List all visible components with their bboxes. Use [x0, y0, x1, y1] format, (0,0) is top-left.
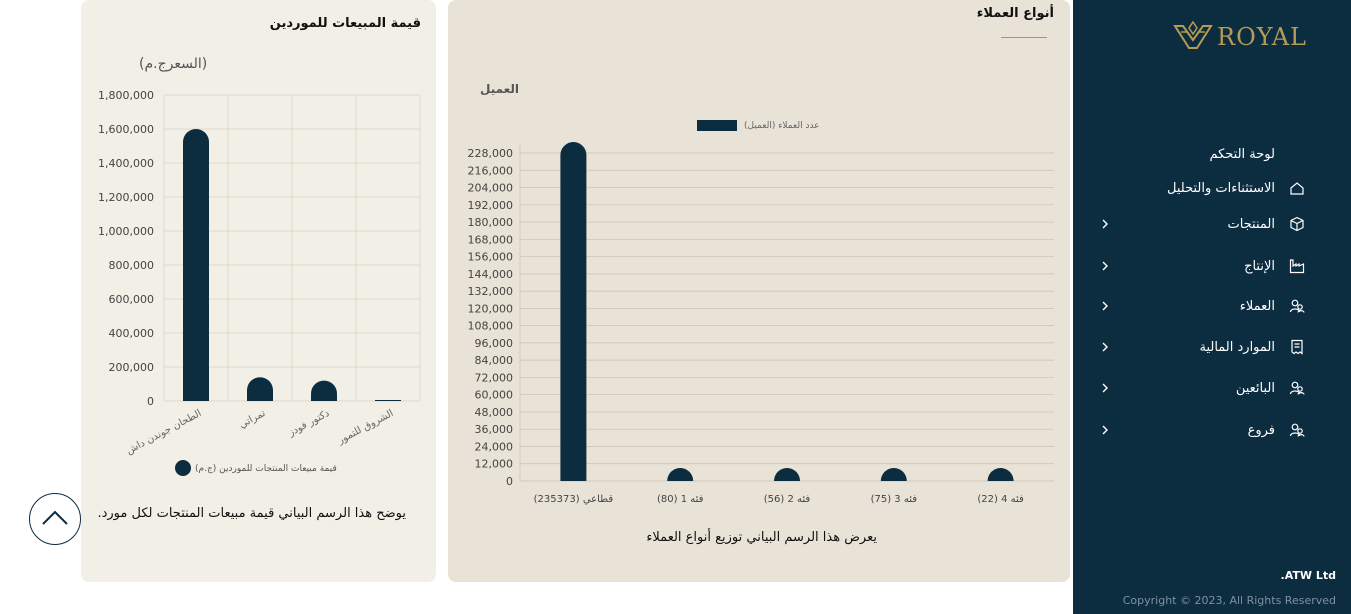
y-tick-label: 600,000: [109, 293, 155, 306]
y-tick-label: 72,000: [475, 371, 514, 384]
sidebar-item-dashboard[interactable]: لوحة التحكم: [1073, 139, 1351, 169]
sidebar-item-label: لوحة التحكم: [1209, 146, 1275, 162]
y-tick-label: 0: [147, 395, 154, 408]
supplier-chart-caption: يوضح هذا الرسم البياني قيمة مبيعات المنت…: [97, 506, 406, 521]
sidebar-item-label: البائعين: [1235, 380, 1275, 396]
sidebar-item-exceptions-analysis[interactable]: الاستثناءات والتحليل: [1073, 173, 1351, 203]
y-tick-label: 12,000: [475, 458, 514, 471]
legend-label: قيمة مبيعات المنتجات للموردين (ج.م): [195, 464, 337, 474]
x-tick-label: فئه 4 (22): [977, 494, 1024, 505]
chevron-up-icon: [42, 510, 68, 525]
x-tick-label: دكتور فودز: [286, 408, 331, 439]
users-icon: [1289, 423, 1305, 437]
sidebar-item-label: الاستثناءات والتحليل: [1167, 180, 1275, 196]
chevron-right-icon: [1102, 342, 1108, 352]
sidebar-item-label: العملاء: [1239, 298, 1275, 314]
legend-label: عدد العملاء (العميل): [744, 121, 820, 131]
bar: [667, 468, 694, 481]
sidebar-item-label: الإنتاج: [1244, 258, 1275, 274]
y-tick-label: 228,000: [468, 147, 514, 160]
x-tick-label: فئه 3 (75): [871, 494, 918, 505]
y-tick-label: 48,000: [475, 406, 514, 419]
y-tick-label: 156,000: [468, 251, 514, 264]
chevron-right-icon: [1102, 261, 1108, 271]
customer-chart-caption: يعرض هذا الرسم البياني توزيع أنواع العمل…: [646, 530, 877, 545]
logo-text: ROYAL: [1217, 23, 1307, 51]
sidebar-item-branches[interactable]: فروع: [1073, 415, 1351, 445]
receipt-icon: [1291, 339, 1303, 355]
scroll-to-top-button[interactable]: [29, 493, 81, 545]
y-tick-label: 60,000: [475, 389, 514, 402]
sidebar-item-vendors[interactable]: البائعين: [1073, 373, 1351, 403]
legend-swatch: [697, 120, 737, 131]
y-tick-label: 204,000: [468, 182, 514, 195]
x-tick-label: الطحان جوندن داش: [125, 408, 204, 457]
y-tick-label: 108,000: [468, 320, 514, 333]
sidebar-item-production[interactable]: الإنتاج: [1073, 251, 1351, 281]
y-tick-label: 144,000: [468, 268, 514, 281]
y-tick-label: 1,000,000: [98, 225, 154, 238]
legend-swatch: [175, 460, 191, 476]
y-tick-label: 120,000: [468, 302, 514, 315]
supplier-sales-card: قيمة المبيعات للموردين (السعرج.م) 0 200,0…: [81, 0, 436, 582]
y-tick-label: 1,600,000: [98, 123, 154, 136]
sidebar: ROYAL لوحة التحكم الاستثناءات والتحليل ا…: [1073, 0, 1351, 614]
y-tick-label: 96,000: [475, 337, 514, 350]
factory-icon: [1289, 259, 1305, 274]
bar: [183, 129, 209, 401]
sidebar-item-label: فروع: [1247, 422, 1275, 438]
bar: [880, 468, 907, 481]
customer-types-card: أنواع العملاء العميل عدد العملاء (العميل…: [448, 0, 1070, 582]
royal-logo-icon: [1173, 20, 1213, 49]
x-tick-label: فئه 2 (56): [764, 494, 811, 505]
x-tick-label: قطاعي (235373): [534, 494, 614, 505]
x-tick-label: فئه 1 (80): [657, 494, 704, 505]
y-tick-label: 216,000: [468, 164, 514, 177]
y-tick-label: 180,000: [468, 216, 514, 229]
y-tick-label: 200,000: [109, 361, 155, 374]
x-tick-label: تمراتي: [238, 408, 268, 431]
company-name: .ATW Ltd: [1280, 569, 1336, 582]
sidebar-item-label: المنتجات: [1227, 216, 1275, 232]
home-icon: [1290, 182, 1304, 195]
y-tick-label: 1,200,000: [98, 191, 154, 204]
users-icon: [1289, 381, 1305, 395]
chevron-right-icon: [1102, 301, 1108, 311]
y-tick-label: 168,000: [468, 233, 514, 246]
sidebar-item-label: الموارد المالية: [1199, 339, 1275, 355]
chevron-right-icon: [1102, 383, 1108, 393]
y-tick-label: 24,000: [475, 440, 514, 453]
y-tick-label: 132,000: [468, 285, 514, 298]
bar: [375, 400, 401, 401]
chevron-right-icon: [1102, 425, 1108, 435]
y-tick-label: 36,000: [475, 423, 514, 436]
sidebar-item-financial-resources[interactable]: الموارد المالية: [1073, 332, 1351, 362]
y-tick-label: 800,000: [109, 259, 155, 272]
sidebar-item-customers[interactable]: العملاء: [1073, 291, 1351, 321]
y-tick-label: 1,400,000: [98, 157, 154, 170]
y-tick-label: 192,000: [468, 199, 514, 212]
y-tick-label: 84,000: [475, 354, 514, 367]
bar: [560, 142, 587, 482]
chevron-right-icon: [1102, 219, 1108, 229]
y-tick-label: 1,800,000: [98, 89, 154, 102]
logo: ROYAL: [1173, 20, 1307, 54]
box-icon: [1290, 216, 1304, 232]
copyright-text: Copyright © 2023, All Rights Reserved: [1122, 594, 1336, 607]
x-tick-label: الشروق للتمور: [335, 408, 395, 447]
bar: [311, 380, 337, 401]
users-icon: [1289, 299, 1305, 313]
bar: [987, 468, 1014, 481]
y-tick-label: 400,000: [109, 327, 155, 340]
supplier-sales-chart: 0 200,000 400,000 600,000 800,000 1,000,000 1,…: [98, 89, 421, 476]
sidebar-item-products[interactable]: المنتجات: [1073, 209, 1351, 239]
bar: [774, 468, 800, 481]
customer-types-chart: عدد العملاء (العميل) 0 12,000 24,000 36,000 4…: [468, 120, 1054, 505]
bar: [247, 377, 273, 401]
y-tick-label: 0: [506, 475, 513, 488]
